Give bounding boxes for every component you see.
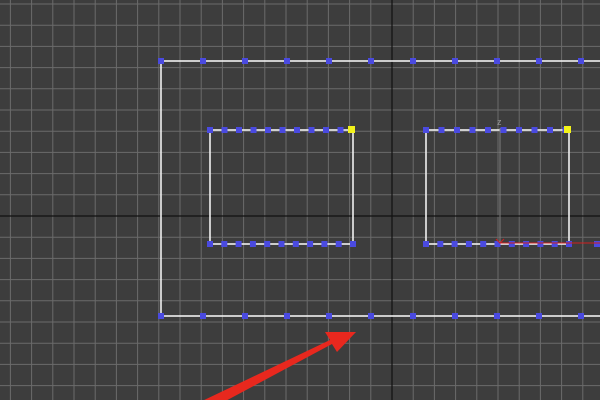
- spline-vertex[interactable]: [158, 58, 164, 64]
- spline-vertex[interactable]: [438, 127, 445, 133]
- inner-left-rectangle-spline[interactable]: [207, 126, 356, 247]
- spline-vertex[interactable]: [480, 241, 487, 247]
- spline-vertex[interactable]: [423, 127, 429, 133]
- spline-vertex[interactable]: [578, 313, 584, 319]
- spline-vertex[interactable]: [221, 127, 228, 133]
- spline-vertex[interactable]: [485, 127, 491, 133]
- spline-vertex[interactable]: [368, 313, 374, 319]
- spline-vertex[interactable]: [307, 241, 314, 247]
- spline-vertex[interactable]: [294, 127, 300, 133]
- spline-vertex[interactable]: [279, 127, 286, 133]
- spline-vertex[interactable]: [410, 313, 416, 319]
- spline-vertex[interactable]: [337, 127, 344, 133]
- spline-vertex[interactable]: [423, 241, 429, 247]
- spline-vertex[interactable]: [410, 58, 416, 64]
- spline-vertex[interactable]: [508, 241, 515, 247]
- spline-vertex[interactable]: [200, 58, 206, 64]
- spline-vertex[interactable]: [469, 127, 476, 133]
- spline-vertex[interactable]: [516, 127, 522, 133]
- spline-vertex[interactable]: [236, 127, 242, 133]
- viewport-grid: [0, 0, 600, 400]
- inner-left-rectangle-vertices[interactable]: [207, 127, 356, 247]
- spline-vertex[interactable]: [207, 241, 213, 247]
- perspective-viewport[interactable]: z: [0, 0, 600, 400]
- spline-vertex[interactable]: [551, 241, 558, 247]
- spline-vertex[interactable]: [326, 313, 332, 319]
- spline-vertex[interactable]: [437, 241, 444, 247]
- spline-vertex[interactable]: [454, 127, 460, 133]
- spline-vertex[interactable]: [308, 127, 315, 133]
- spline-vertex[interactable]: [249, 241, 256, 247]
- spline-vertex[interactable]: [326, 58, 332, 64]
- spline-vertex[interactable]: [500, 127, 507, 133]
- spline-vertex[interactable]: [264, 241, 271, 247]
- inner-right-rectangle-spline[interactable]: [423, 126, 600, 247]
- annotation-arrow-shape: [204, 332, 356, 400]
- spline-vertex[interactable]: [536, 313, 542, 319]
- transform-gizmo[interactable]: z: [495, 117, 600, 244]
- spline-vertex[interactable]: [284, 313, 290, 319]
- spline-vertex[interactable]: [368, 58, 374, 64]
- spline-vertex[interactable]: [242, 58, 248, 64]
- spline-vertex[interactable]: [221, 241, 228, 247]
- spline-vertex[interactable]: [537, 241, 544, 247]
- spline-vertex[interactable]: [451, 241, 458, 247]
- annotation-arrow: [204, 332, 356, 400]
- outer-rectangle-outline[interactable]: [160, 60, 600, 317]
- spline-vertex[interactable]: [465, 241, 472, 247]
- spline-vertex[interactable]: [200, 313, 206, 319]
- home-grid-axes: [0, 0, 600, 400]
- spline-vertex[interactable]: [321, 241, 328, 247]
- spline-vertex[interactable]: [278, 241, 285, 247]
- spline-vertex[interactable]: [566, 241, 572, 247]
- inner-left-first-vertex[interactable]: [348, 126, 355, 133]
- spline-vertex[interactable]: [292, 241, 299, 247]
- spline-vertex[interactable]: [531, 127, 538, 133]
- viewport-canvas[interactable]: z: [0, 0, 600, 400]
- spline-vertex[interactable]: [452, 313, 458, 319]
- spline-vertex[interactable]: [207, 127, 213, 133]
- spline-vertex[interactable]: [265, 127, 271, 133]
- spline-vertex[interactable]: [323, 127, 329, 133]
- inner-right-first-vertex[interactable]: [564, 126, 571, 133]
- spline-vertex[interactable]: [578, 58, 584, 64]
- spline-vertex[interactable]: [494, 313, 500, 319]
- spline-vertex[interactable]: [235, 241, 242, 247]
- spline-vertex[interactable]: [158, 313, 164, 319]
- spline-vertex[interactable]: [594, 241, 600, 247]
- spline-vertex[interactable]: [536, 58, 542, 64]
- gizmo-z-label: z: [497, 117, 502, 127]
- spline-vertex[interactable]: [250, 127, 257, 133]
- inner-right-rectangle-vertices[interactable]: [423, 127, 600, 247]
- spline-vertex[interactable]: [284, 58, 290, 64]
- spline-vertex[interactable]: [523, 241, 530, 247]
- inner-left-rectangle-outline[interactable]: [209, 129, 354, 245]
- spline-vertex[interactable]: [242, 313, 248, 319]
- spline-vertex[interactable]: [547, 127, 553, 133]
- spline-vertex[interactable]: [350, 241, 356, 247]
- spline-vertex[interactable]: [494, 58, 500, 64]
- spline-vertex[interactable]: [452, 58, 458, 64]
- spline-vertex[interactable]: [335, 241, 342, 247]
